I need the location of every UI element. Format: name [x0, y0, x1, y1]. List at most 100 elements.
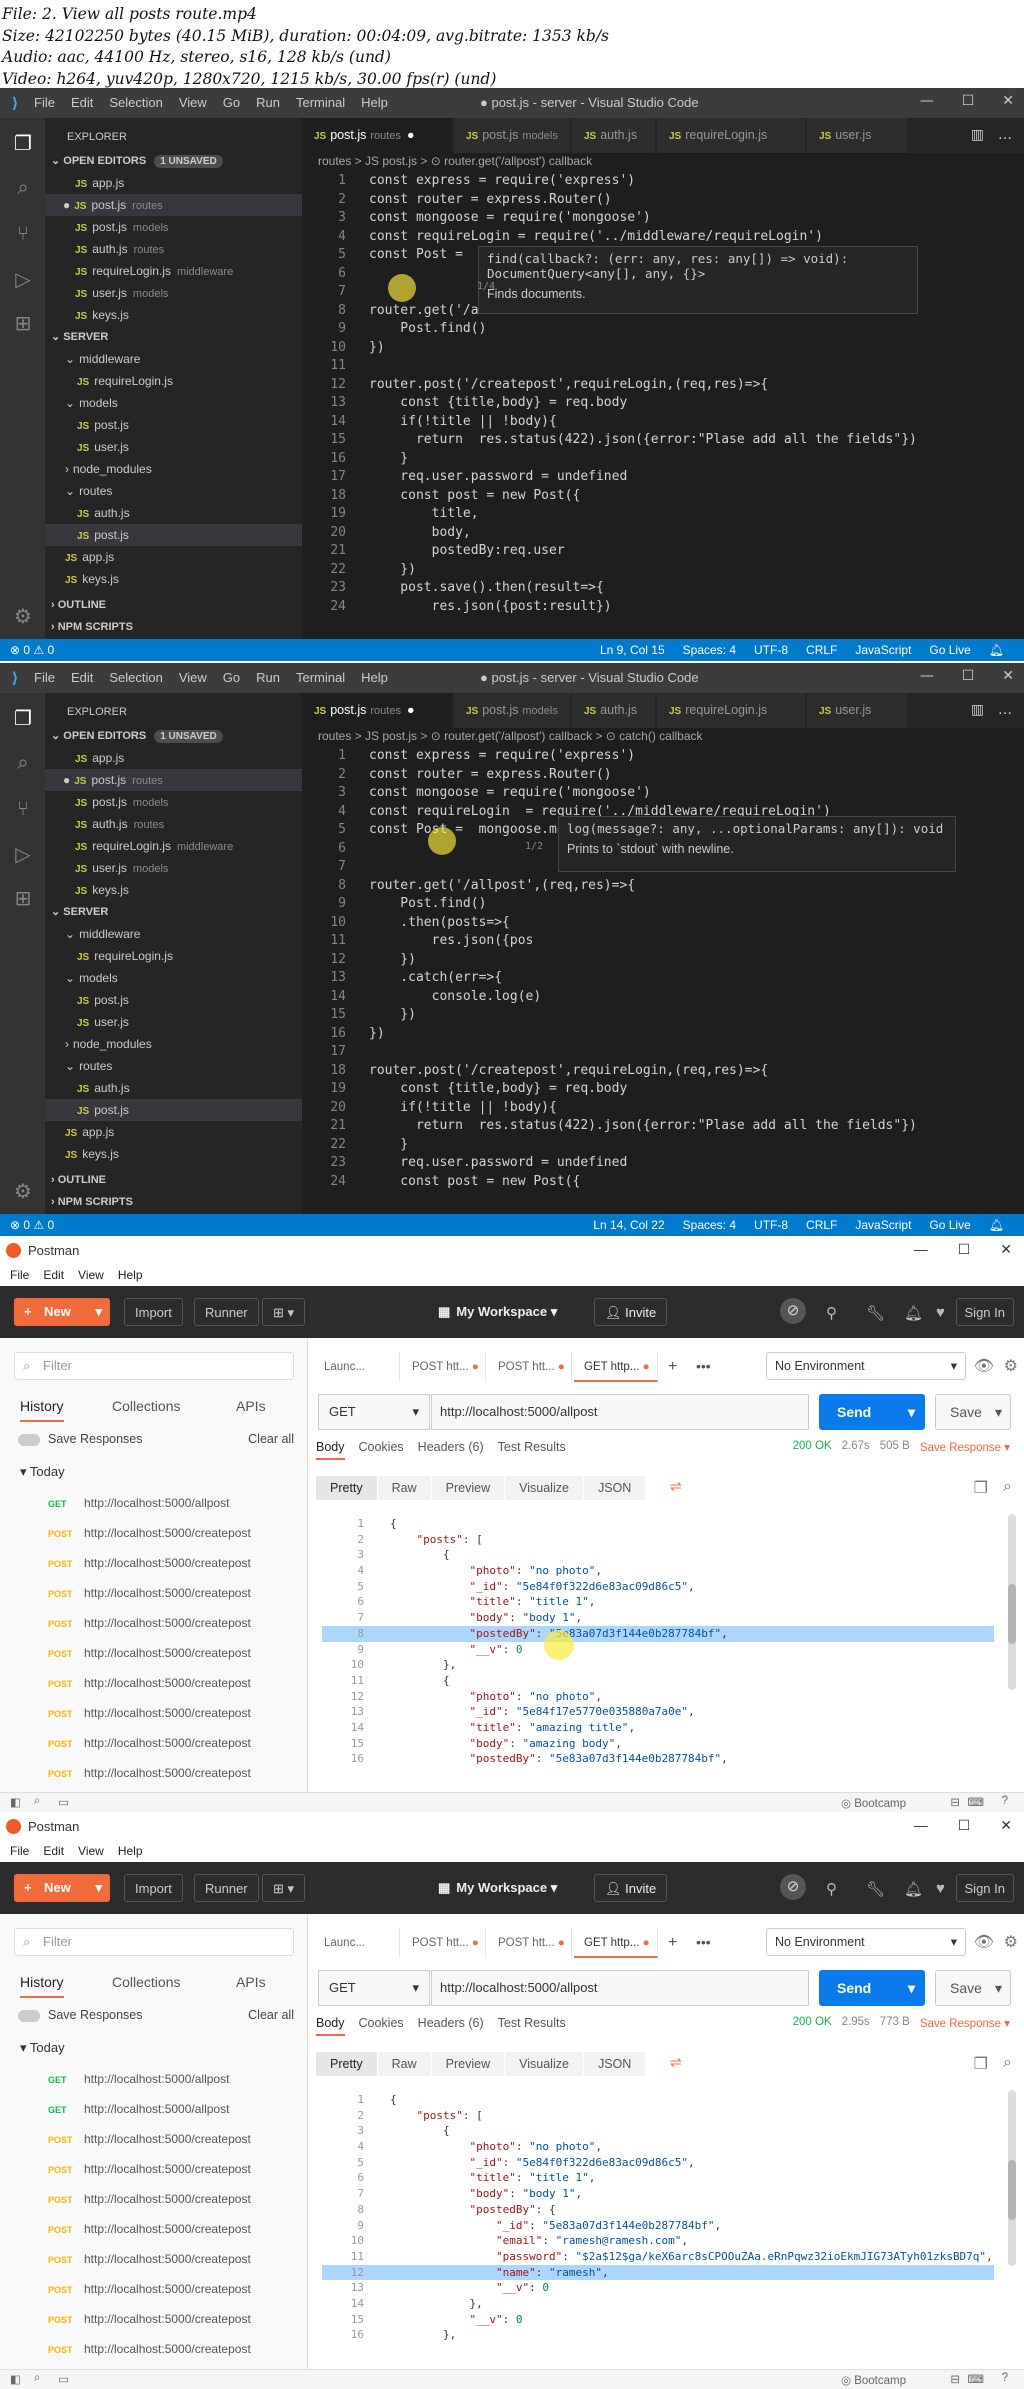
request-tab[interactable]: GET http... ●	[574, 1928, 658, 1958]
copy-icon[interactable]: ❐	[974, 2054, 988, 2074]
response-tab[interactable]: Cookies	[359, 2016, 404, 2036]
history-item[interactable]: POST http://localhost:5000/createpost	[0, 1698, 300, 1728]
maximize-icon[interactable]: ☐	[962, 93, 975, 109]
outline-header[interactable]: › OUTLINE	[51, 1169, 106, 1191]
request-tab[interactable]: GET http... ●	[574, 1352, 658, 1382]
environment-select[interactable]: No Environment ▾	[766, 1928, 966, 1956]
status-item[interactable]: CRLF	[806, 643, 837, 657]
outline-header[interactable]: › OUTLINE	[51, 594, 106, 616]
npm-scripts-header[interactable]: › NPM SCRIPTS	[51, 1191, 133, 1213]
wrench-icon[interactable]: 🔧︎	[866, 1304, 885, 1322]
workspace-switcher[interactable]: ▦ My Workspace ▾	[438, 1298, 557, 1326]
history-item[interactable]: POST http://localhost:5000/createpost	[0, 1548, 300, 1578]
source-control-icon[interactable]: ⑂	[10, 795, 36, 821]
cursor-position[interactable]: Ln 9, Col 15	[600, 643, 665, 657]
save-responses-toggle[interactable]	[18, 2009, 40, 2022]
wrap-icon[interactable]: ⇌	[670, 2054, 682, 2071]
wrench-icon[interactable]: 🔧︎	[866, 1880, 885, 1898]
status-item[interactable]: Go Live	[929, 643, 970, 657]
keyboard-icon[interactable]: ⌨	[967, 1795, 984, 1809]
tab-auth-js[interactable]: JS auth.js	[572, 693, 655, 728]
open-editor-item[interactable]: JS user.js models	[45, 282, 302, 304]
history-item[interactable]: POST http://localhost:5000/createpost	[0, 1668, 300, 1698]
menu-file[interactable]: File	[34, 670, 55, 685]
open-editor-item[interactable]: ● JS post.js routes	[45, 194, 302, 216]
history-item[interactable]: POST http://localhost:5000/createpost	[0, 2214, 300, 2244]
bell-icon[interactable]: 🔔︎	[989, 643, 1004, 657]
scrollbar[interactable]	[1008, 2090, 1016, 2266]
response-tab[interactable]: Headers (6)	[418, 2016, 484, 2036]
view-tab[interactable]: Preview	[431, 2052, 506, 2076]
view-tab[interactable]: Preview	[431, 1476, 506, 1500]
invite-button[interactable]: 👤︎ Invite	[594, 1874, 668, 1902]
history-item[interactable]: POST http://localhost:5000/createpost	[0, 1578, 300, 1608]
url-input[interactable]: http://localhost:5000/allpost	[431, 1970, 809, 2006]
keyboard-icon[interactable]: ⌨	[967, 2372, 984, 2386]
gear-icon[interactable]: ⚙	[10, 1178, 36, 1204]
open-editors-header[interactable]: ⌄ OPEN EDITORS 1 UNSAVED	[51, 150, 223, 172]
today-group[interactable]: ▾ Today	[20, 2040, 65, 2056]
gear-icon[interactable]: ⚙	[1004, 1932, 1018, 1952]
status-item[interactable]: Spaces: 4	[683, 643, 736, 657]
request-tab[interactable]: POST htt... ●	[402, 1352, 486, 1382]
menu-file[interactable]: File	[10, 1268, 29, 1282]
minimize-icon[interactable]: —	[920, 93, 934, 109]
runner-button[interactable]: Runner	[194, 1298, 259, 1326]
scrollbar[interactable]	[1008, 1514, 1016, 1690]
close-icon[interactable]: ✕	[1002, 93, 1014, 109]
maximize-icon[interactable]: ☐	[958, 1817, 971, 1834]
gear-icon[interactable]: ⚙	[1004, 1356, 1018, 1376]
extensions-icon[interactable]: ⊞	[10, 885, 36, 911]
response-tab[interactable]: Headers (6)	[418, 1440, 484, 1460]
run-debug-icon[interactable]: ▷	[10, 841, 36, 867]
search-icon[interactable]: ⌕	[10, 749, 36, 775]
heart-icon[interactable]: ♥	[936, 1880, 945, 1897]
menu-view[interactable]: View	[179, 95, 207, 110]
menu-run[interactable]: Run	[256, 670, 280, 685]
menu-selection[interactable]: Selection	[109, 95, 162, 110]
menu-selection[interactable]: Selection	[109, 670, 162, 685]
tab-auth-js[interactable]: JS auth.js	[572, 118, 655, 153]
tree-item[interactable]: JS app.js	[45, 1121, 302, 1143]
sync-off-icon[interactable]: ⊘	[780, 1874, 806, 1900]
layout-icon[interactable]: ⊟	[950, 1795, 960, 1809]
history-item[interactable]: POST http://localhost:5000/createpost	[0, 2244, 300, 2274]
open-editor-item[interactable]: JS requireLogin.js middleware	[45, 835, 302, 857]
tab-requireLogin-js[interactable]: JS requireLogin.js	[657, 118, 805, 153]
sync-off-icon[interactable]: ⊘	[780, 1298, 806, 1324]
new-button[interactable]: + New ▾	[14, 1298, 110, 1326]
open-editor-item[interactable]: JS app.js	[45, 747, 302, 769]
history-item[interactable]: POST http://localhost:5000/createpost	[0, 2274, 300, 2304]
new-window-button[interactable]: ⊞ ▾	[262, 1298, 306, 1326]
heart-icon[interactable]: ♥	[936, 1304, 945, 1321]
menu-file[interactable]: File	[34, 95, 55, 110]
new-window-button[interactable]: ⊞ ▾	[262, 1874, 306, 1902]
explorer-icon[interactable]: ❐	[10, 705, 36, 731]
server-folder-header[interactable]: ⌄ SERVER	[51, 326, 108, 348]
menu-edit[interactable]: Edit	[71, 95, 93, 110]
close-icon[interactable]: ✕	[1002, 668, 1014, 684]
status-item[interactable]: UTF-8	[754, 1218, 788, 1232]
sign-in-button[interactable]: Sign In	[955, 1874, 1014, 1902]
extensions-icon[interactable]: ⊞	[10, 310, 36, 336]
overload-counter[interactable]: 1/4	[477, 281, 495, 292]
menu-help[interactable]: Help	[361, 670, 388, 685]
open-editor-item[interactable]: JS post.js models	[45, 216, 302, 238]
wrap-icon[interactable]: ⇌	[670, 1478, 682, 1495]
copy-icon[interactable]: ❐	[974, 1478, 988, 1498]
open-editors-header[interactable]: ⌄ OPEN EDITORS 1 UNSAVED	[51, 725, 223, 747]
view-tab[interactable]: Raw	[377, 1476, 432, 1500]
menu-edit[interactable]: Edit	[43, 1844, 64, 1858]
plus-icon[interactable]: +	[668, 1358, 677, 1376]
menu-go[interactable]: Go	[223, 95, 240, 110]
help-icon[interactable]: ?	[1002, 2372, 1008, 2384]
search-icon[interactable]: ⌕	[1003, 2054, 1012, 2072]
layout-icon[interactable]: ⊟	[950, 2372, 960, 2386]
bell-icon[interactable]: 🔔︎	[904, 1880, 923, 1898]
request-tab[interactable]: Launc...	[314, 1352, 400, 1382]
code-editor[interactable]: const express = require('express') const …	[369, 747, 1014, 1191]
response-tab[interactable]: Body	[316, 2016, 345, 2036]
history-item[interactable]: POST http://localhost:5000/createpost	[0, 2334, 300, 2364]
npm-scripts-header[interactable]: › NPM SCRIPTS	[51, 616, 133, 638]
tree-item[interactable]: JS post.js	[45, 524, 302, 546]
